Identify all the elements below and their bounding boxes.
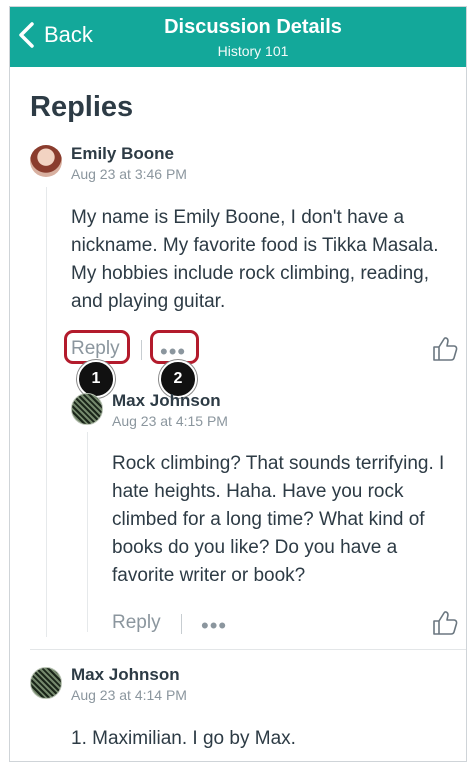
page-title: Discussion Details (164, 16, 342, 38)
reply-message: My name is Emily Boone, I don't have a n… (71, 207, 439, 312)
avatar[interactable] (30, 667, 62, 699)
callout-marker-1: 1 (77, 360, 115, 398)
course-subtitle: History 101 (217, 43, 289, 59)
author-name[interactable]: Emily Boone (71, 144, 174, 164)
author-name[interactable]: Max Johnson (112, 391, 221, 411)
thread-line (87, 432, 88, 632)
like-icon[interactable] (430, 334, 460, 364)
replies-heading: Replies (30, 91, 134, 123)
like-icon[interactable] (430, 608, 460, 638)
post-date: Aug 23 at 4:15 PM (112, 413, 228, 429)
reply-button[interactable]: Reply (112, 612, 161, 634)
action-separator (181, 614, 182, 634)
reply-button[interactable]: Reply (71, 338, 120, 360)
more-options-button[interactable]: ••• (160, 341, 186, 363)
action-separator (141, 340, 142, 360)
app-screen: Back Discussion Details History 101 Repl… (9, 6, 467, 762)
author-name[interactable]: Max Johnson (71, 665, 180, 685)
reply-divider (30, 649, 466, 650)
post-date: Aug 23 at 4:14 PM (71, 687, 187, 703)
avatar[interactable] (71, 393, 103, 425)
reply-message: 1. Maximilian. I go by Max. (71, 728, 296, 749)
thread-line (46, 187, 47, 637)
reply-message: Rock climbing? That sounds terrifying. I… (112, 453, 445, 586)
navigation-bar: Back Discussion Details History 101 (10, 7, 466, 67)
avatar[interactable] (30, 145, 62, 177)
post-date: Aug 23 at 3:46 PM (71, 166, 187, 182)
more-options-button[interactable]: ••• (201, 615, 227, 637)
